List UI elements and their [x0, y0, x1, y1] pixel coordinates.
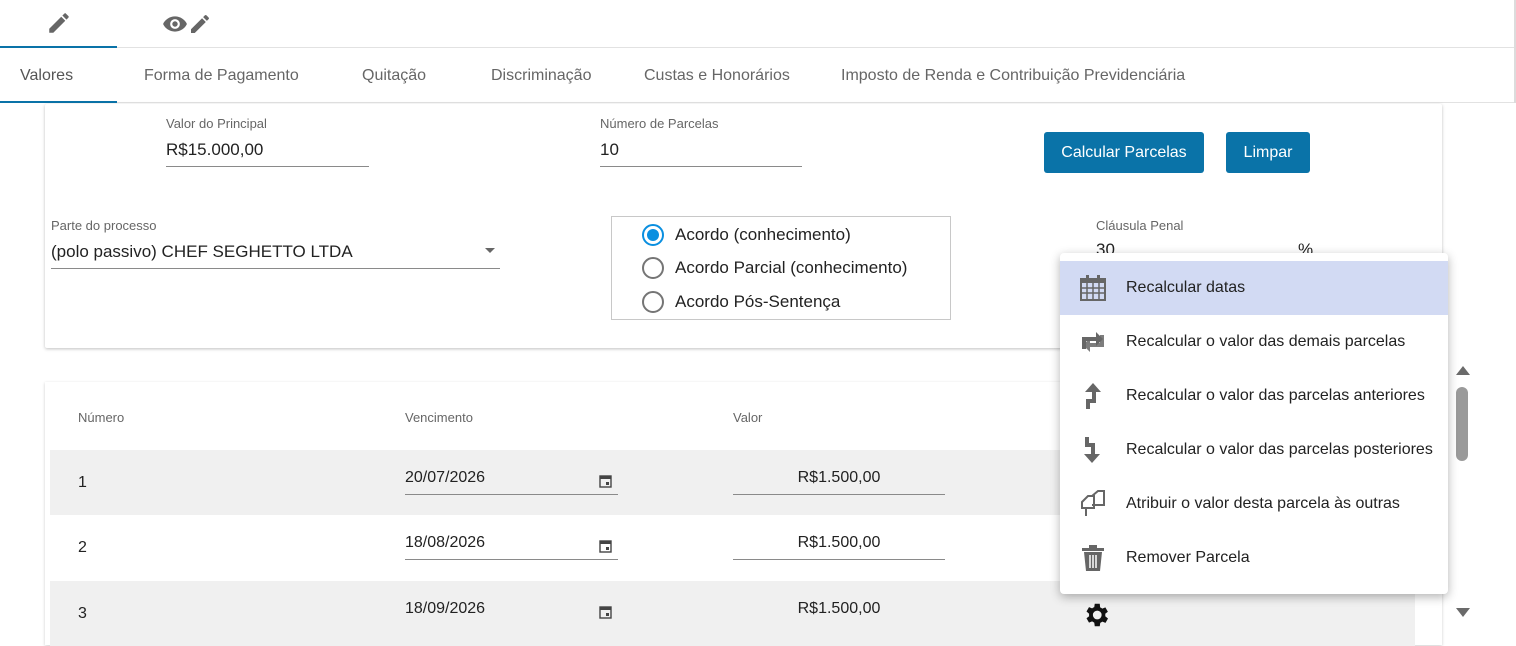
valor-input[interactable]: R$1.500,00 [733, 600, 945, 626]
scroll-thumb[interactable] [1456, 387, 1468, 461]
menu-item-label: Recalcular o valor das parcelas anterior… [1126, 387, 1425, 404]
menu-item-label: Atribuir o valor desta parcela às outras [1126, 495, 1400, 512]
vencimento-input[interactable]: 18/09/2026 [405, 600, 618, 626]
radio-unchecked-icon [642, 291, 664, 313]
clausula-penal-label: Cláusula Penal [1096, 218, 1184, 233]
radio-label: Acordo (conhecimento) [675, 225, 851, 244]
parte-select[interactable]: (polo passivo) CHEF SEGHETTO LTDA [51, 242, 500, 269]
menu-item-recalcular-posteriores[interactable]: Recalcular o valor das parcelas posterio… [1060, 423, 1448, 477]
gear-icon[interactable] [1081, 600, 1111, 630]
tab-valores[interactable]: Valores [0, 48, 117, 103]
parcela-context-menu: Recalcular datas Recalcular o valor das … [1060, 253, 1448, 594]
valor-input[interactable]: R$1.500,00 [733, 469, 945, 495]
arrow-down-icon [1060, 436, 1126, 464]
parcelas-input[interactable]: 10 [600, 140, 802, 167]
radio-acordo-pos-sentenca[interactable]: Acordo Pós-Sentença [642, 290, 840, 314]
header-valor: Valor [733, 410, 763, 425]
radio-label: Acordo Parcial (conhecimento) [675, 258, 908, 277]
row-numero: 1 [78, 474, 87, 491]
menu-item-recalcular-datas[interactable]: Recalcular datas [1060, 261, 1448, 315]
radio-acordo-parcial[interactable]: Acordo Parcial (conhecimento) [642, 256, 907, 280]
header-vencimento: Vencimento [405, 410, 473, 425]
tab-quitacao[interactable]: Quitação [362, 48, 426, 103]
scrollbar[interactable] [1453, 362, 1473, 624]
calendar-icon[interactable] [599, 539, 612, 553]
tab-view-edit[interactable] [128, 0, 245, 48]
menu-item-recalcular-demais[interactable]: Recalcular o valor das demais parcelas [1060, 315, 1448, 369]
radio-label: Acordo Pós-Sentença [675, 292, 841, 311]
parcelas-label: Número de Parcelas [600, 116, 719, 131]
menu-item-label: Recalcular o valor das parcelas posterio… [1126, 441, 1433, 458]
section-tab-bar: Valores Forma de Pagamento Quitação Disc… [0, 48, 1516, 103]
menu-item-remover-parcela[interactable]: Remover Parcela [1060, 531, 1448, 585]
radio-checked-icon [642, 224, 664, 246]
mode-tab-bar [0, 0, 1516, 48]
menu-item-atribuir-valor[interactable]: Atribuir o valor desta parcela às outras [1060, 477, 1448, 531]
clausula-penal-input[interactable]: 30 [1096, 240, 1126, 254]
copy-pages-icon [1060, 490, 1126, 518]
radio-acordo-conhecimento[interactable]: Acordo (conhecimento) [642, 223, 851, 247]
row-numero: 2 [78, 539, 87, 556]
calendar-icon[interactable] [599, 474, 612, 488]
radio-unchecked-icon [642, 257, 664, 279]
swap-arrows-icon [1060, 329, 1126, 355]
arrow-up-icon [1060, 382, 1126, 410]
principal-label: Valor do Principal [166, 116, 267, 131]
eye-icon [162, 16, 187, 32]
scroll-up-icon[interactable] [1456, 366, 1470, 375]
chevron-down-icon [485, 248, 495, 253]
valor-input[interactable]: R$1.500,00 [733, 534, 945, 560]
tab-edit[interactable] [0, 0, 117, 48]
tab-imposto-renda[interactable]: Imposto de Renda e Contribuição Previden… [841, 48, 1185, 103]
principal-input[interactable]: R$15.000,00 [166, 140, 369, 167]
scroll-down-icon[interactable] [1456, 608, 1470, 617]
parte-select-value: (polo passivo) CHEF SEGHETTO LTDA [51, 242, 353, 261]
calendar-grid-icon [1060, 274, 1126, 302]
row-numero: 3 [78, 605, 87, 622]
tab-custas-honorarios[interactable]: Custas e Honorários [644, 48, 790, 103]
header-numero: Número [78, 410, 125, 425]
menu-item-label: Recalcular o valor das demais parcelas [1126, 333, 1406, 350]
calcular-parcelas-button[interactable]: Calcular Parcelas [1044, 132, 1204, 173]
vencimento-input[interactable]: 20/07/2026 [405, 469, 618, 495]
pencil-icon [190, 14, 209, 34]
vencimento-value: 20/07/2026 [405, 469, 486, 486]
acordo-type-radio-group: Acordo (conhecimento) Acordo Parcial (co… [611, 216, 951, 320]
menu-item-label: Recalcular datas [1126, 279, 1246, 296]
calendar-icon[interactable] [599, 605, 612, 619]
vencimento-value: 18/09/2026 [405, 600, 486, 617]
percent-unit: % [1298, 240, 1314, 254]
menu-item-recalcular-anteriores[interactable]: Recalcular o valor das parcelas anterior… [1060, 369, 1448, 423]
pencil-icon [48, 13, 69, 33]
trash-icon [1060, 544, 1126, 572]
vencimento-input[interactable]: 18/08/2026 [405, 534, 618, 560]
tab-forma-de-pagamento[interactable]: Forma de Pagamento [144, 48, 299, 103]
menu-item-label: Remover Parcela [1126, 549, 1250, 566]
parte-label: Parte do processo [51, 218, 157, 233]
limpar-button[interactable]: Limpar [1226, 132, 1310, 173]
vencimento-value: 18/08/2026 [405, 534, 486, 551]
tab-discriminacao[interactable]: Discriminação [491, 48, 591, 103]
